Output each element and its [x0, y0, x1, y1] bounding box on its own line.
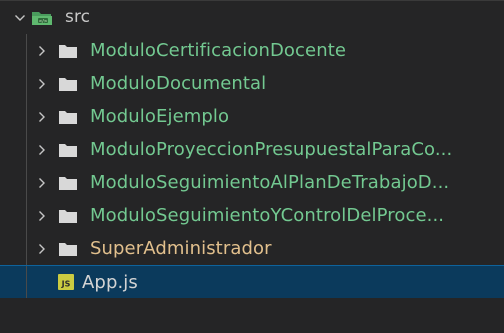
tree-item-label: src [65, 7, 91, 27]
indent-guide [26, 266, 27, 298]
tree-item-label: SuperAdministrador [90, 238, 272, 259]
src-folder-icon: </> [31, 9, 53, 27]
chevron-right-icon[interactable] [36, 199, 48, 232]
chevron-right-icon[interactable] [36, 67, 48, 100]
tree-item-folder[interactable]: ModuloSeguimientoYControlDelProce... [0, 199, 504, 232]
folder-icon [58, 109, 78, 125]
tree-item-folder[interactable]: ModuloCertificacionDocente [0, 34, 504, 67]
tree-item-label: ModuloProyeccionPresupuestalParaCo... [90, 139, 453, 160]
chevron-down-icon[interactable] [14, 1, 26, 34]
js-icon-text: JS [61, 280, 71, 289]
indent-guide [26, 67, 27, 100]
svg-text:</>: </> [38, 18, 47, 24]
tree-item-label: ModuloCertificacionDocente [90, 40, 347, 61]
tree-item-label: ModuloSeguimientoAlPlanDeTrabajoD... [90, 172, 450, 193]
tree-item-folder[interactable]: ModuloSeguimientoAlPlanDeTrabajoD... [0, 166, 504, 199]
folder-icon [58, 76, 78, 92]
tree-item-label: ModuloDocumental [90, 73, 267, 94]
chevron-right-icon[interactable] [36, 100, 48, 133]
tree-item-file[interactable]: JS App.js [0, 265, 504, 298]
indent-guide [26, 34, 27, 67]
chevron-right-icon[interactable] [36, 133, 48, 166]
tree-item-folder[interactable]: ModuloEjemplo [0, 100, 504, 133]
tree-item-src[interactable]: </> src [0, 1, 504, 34]
folder-icon [58, 43, 78, 59]
tree-item-label: App.js [82, 271, 138, 293]
folder-icon [58, 175, 78, 191]
indent-guide [26, 232, 27, 265]
tree-item-label: ModuloEjemplo [90, 106, 230, 127]
tree-item-folder[interactable]: ModuloProyeccionPresupuestalParaCo... [0, 133, 504, 166]
indent-guide [26, 100, 27, 133]
folder-icon [58, 241, 78, 257]
tree-item-folder[interactable]: ModuloDocumental [0, 67, 504, 100]
javascript-file-icon: JS [58, 274, 74, 290]
chevron-right-icon[interactable] [36, 34, 48, 67]
indent-guide [26, 133, 27, 166]
chevron-right-icon[interactable] [36, 232, 48, 265]
folder-icon [58, 208, 78, 224]
tree-item-folder[interactable]: SuperAdministrador [0, 232, 504, 265]
tree-item-label: ModuloSeguimientoYControlDelProce... [90, 205, 445, 226]
indent-guide [26, 199, 27, 232]
indent-guide [26, 166, 27, 199]
file-explorer: </> src ModuloCertificacionDocente Modul… [0, 0, 504, 333]
chevron-right-icon[interactable] [36, 166, 48, 199]
folder-icon [58, 142, 78, 158]
